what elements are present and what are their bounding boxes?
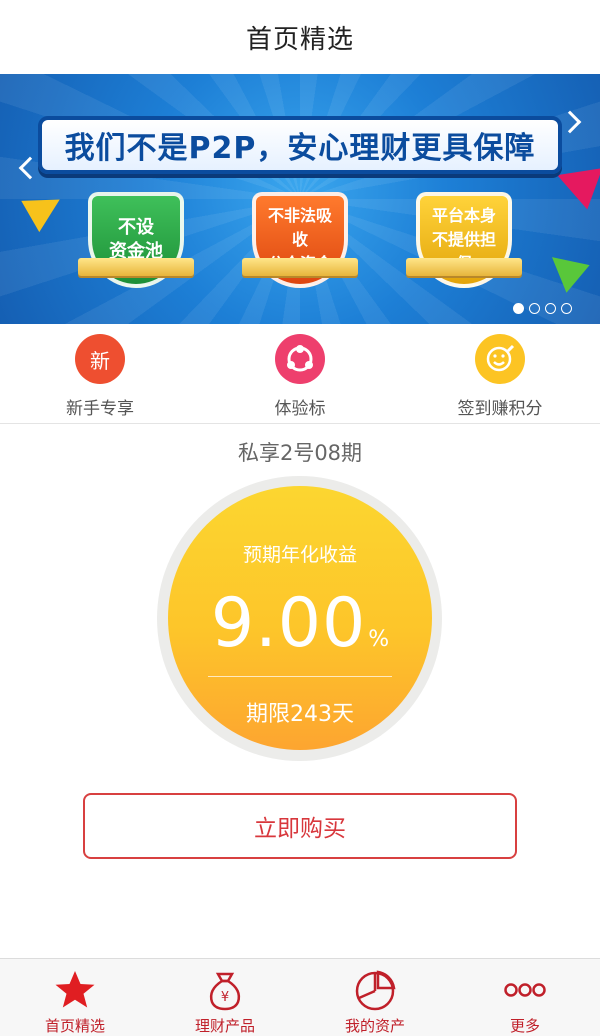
- svg-text:¥: ¥: [221, 990, 229, 1005]
- header-bar: 首页精选: [0, 0, 600, 74]
- tab-label: 理财产品: [194, 1017, 255, 1035]
- ribbon-decoration: [78, 258, 194, 276]
- shortcut-label: 签到赚积分: [457, 399, 543, 419]
- yield-display: 9.00%: [168, 584, 432, 663]
- term-text: 期限243天: [246, 702, 354, 727]
- shortcut-label: 新手专享: [66, 399, 134, 419]
- tab-label: 更多: [509, 1017, 540, 1035]
- banner-slogan: 我们不是P2P，安心理财更具保障: [38, 116, 562, 174]
- yield-unit: %: [368, 627, 390, 652]
- carousel-dot[interactable]: [529, 303, 540, 314]
- tab-assets[interactable]: 我的资产: [300, 959, 450, 1036]
- badge-text: 不设 资金池: [109, 217, 163, 262]
- shortcut-trial[interactable]: 体验标: [200, 324, 400, 423]
- carousel-dot[interactable]: [513, 303, 524, 314]
- money-bag-icon: ¥: [202, 967, 248, 1013]
- new-icon-text: 新: [90, 348, 110, 373]
- tab-bar: 首页精选 ¥ 理财产品 我的资产 更多: [0, 958, 600, 1036]
- tab-home[interactable]: 首页精选: [0, 959, 150, 1036]
- new-icon: 新: [75, 334, 125, 384]
- app-screen: 首页精选 我们不是P2P，安心理财更具保障 不设 资金池 不非法吸收 公众资金 …: [0, 0, 600, 1036]
- ribbon-decoration: [242, 258, 358, 276]
- yield-label: 预期年化收益: [242, 544, 357, 566]
- tab-label: 我的资产: [344, 1017, 405, 1035]
- page-title: 首页精选: [245, 24, 354, 55]
- divider: [208, 676, 392, 677]
- shortcut-row: 新 新手专享 体验标 签到赚积分: [0, 324, 600, 424]
- banner-slogan-text: 我们不是P2P，安心理财更具保障: [64, 131, 536, 166]
- smile-sign-icon: [475, 334, 525, 384]
- carousel-dot[interactable]: [561, 303, 572, 314]
- ribbon-decoration: [406, 258, 522, 276]
- more-dots-icon: [502, 967, 548, 1013]
- star-icon: [52, 967, 98, 1013]
- carousel-dot[interactable]: [545, 303, 556, 314]
- buy-now-button[interactable]: 立即购买: [83, 793, 517, 859]
- shortcut-label: 体验标: [274, 399, 326, 419]
- promo-banner[interactable]: 我们不是P2P，安心理财更具保障 不设 资金池 不非法吸收 公众资金 平台本身 …: [0, 74, 600, 324]
- share-nodes-icon: [275, 334, 325, 384]
- carousel-indicator[interactable]: [513, 303, 572, 314]
- pie-chart-icon: [352, 967, 398, 1013]
- tab-more[interactable]: 更多: [450, 959, 600, 1036]
- shortcut-newbie[interactable]: 新 新手专享: [0, 324, 200, 423]
- tab-label: 首页精选: [44, 1017, 105, 1035]
- product-name: 私享2号08期: [237, 441, 363, 465]
- tab-products[interactable]: ¥ 理财产品: [150, 959, 300, 1036]
- yield-value: 9.00: [210, 584, 367, 663]
- shortcut-checkin[interactable]: 签到赚积分: [400, 324, 600, 423]
